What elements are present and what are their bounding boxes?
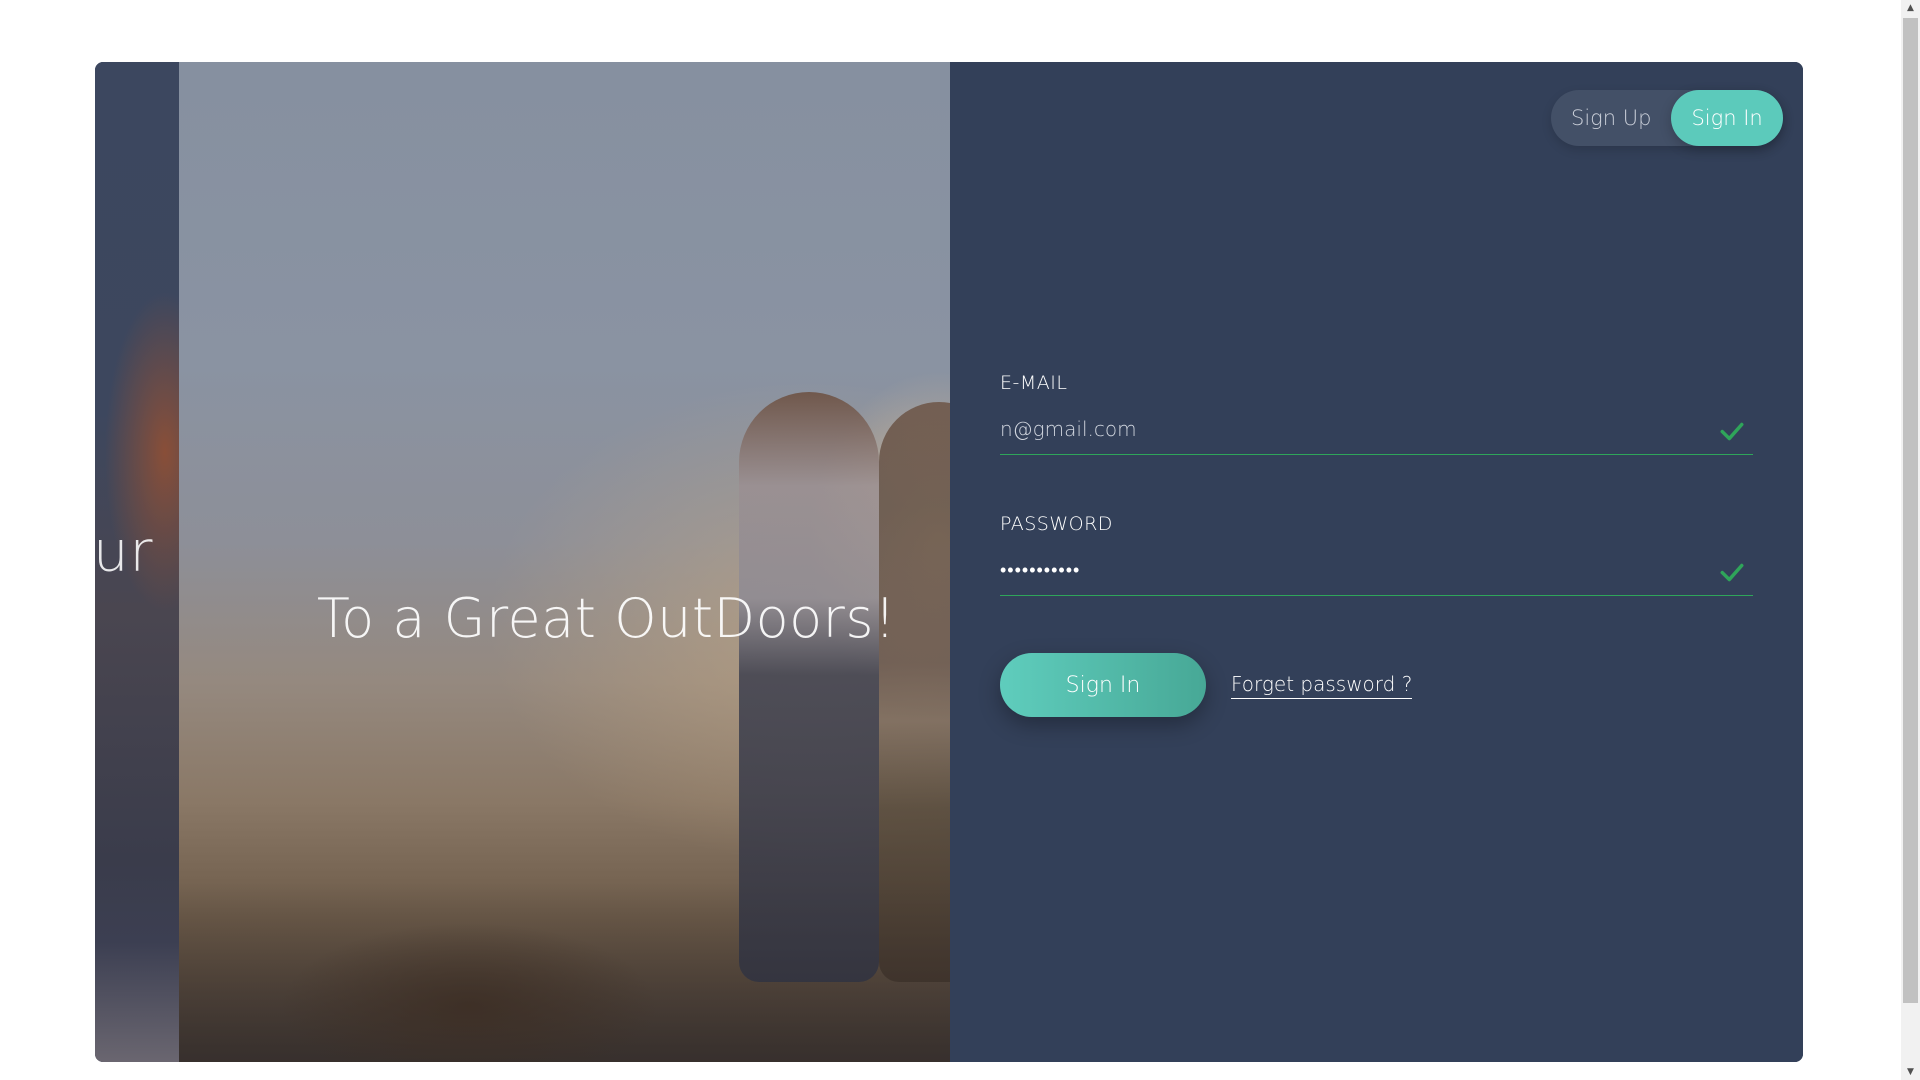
- password-input[interactable]: [1000, 553, 1680, 587]
- auth-mode-toggle: Sign Up Sign In: [1551, 90, 1783, 146]
- hero-image: To a Great OutDoors!: [179, 62, 950, 1062]
- hero-title: To a Great OutDoors!: [316, 587, 897, 650]
- image-panel: ur To a Great OutDoors!: [95, 62, 950, 1062]
- previous-slide: ur: [95, 62, 181, 1062]
- email-input[interactable]: [1000, 412, 1680, 446]
- sign-up-tab[interactable]: Sign Up: [1551, 90, 1671, 146]
- sign-in-tab[interactable]: Sign In: [1671, 90, 1783, 146]
- auth-card: ur To a Great OutDoors! Sign Up Sign In …: [95, 62, 1803, 1062]
- form-panel: Sign Up Sign In E-MAIL PASSWORD: [950, 62, 1803, 1062]
- scrollbar-thumb[interactable]: [1903, 18, 1918, 1003]
- email-label: E-MAIL: [1000, 372, 1068, 394]
- check-icon: [1720, 563, 1744, 582]
- password-field-group: PASSWORD: [1000, 513, 1753, 596]
- forget-password-link[interactable]: Forget password ?: [1231, 672, 1413, 699]
- hero-person-woman: [739, 392, 879, 982]
- sign-in-button[interactable]: Sign In: [1000, 653, 1206, 717]
- email-input-row: [1000, 412, 1753, 455]
- page: ur To a Great OutDoors! Sign Up Sign In …: [0, 0, 1920, 1080]
- password-label: PASSWORD: [1000, 513, 1113, 535]
- password-input-row: [1000, 553, 1753, 596]
- hero-person-man: [879, 402, 950, 982]
- hero-ground: [279, 922, 659, 1062]
- email-field-group: E-MAIL: [1000, 372, 1753, 455]
- chevron-up-icon[interactable]: ▲: [1901, 0, 1920, 16]
- check-icon: [1720, 422, 1744, 441]
- previous-slide-text: ur: [95, 520, 154, 585]
- chevron-down-icon[interactable]: ▼: [1901, 1064, 1920, 1080]
- form-actions: Sign In Forget password ?: [1000, 653, 1413, 717]
- page-scrollbar[interactable]: ▲ ▼: [1901, 0, 1920, 1080]
